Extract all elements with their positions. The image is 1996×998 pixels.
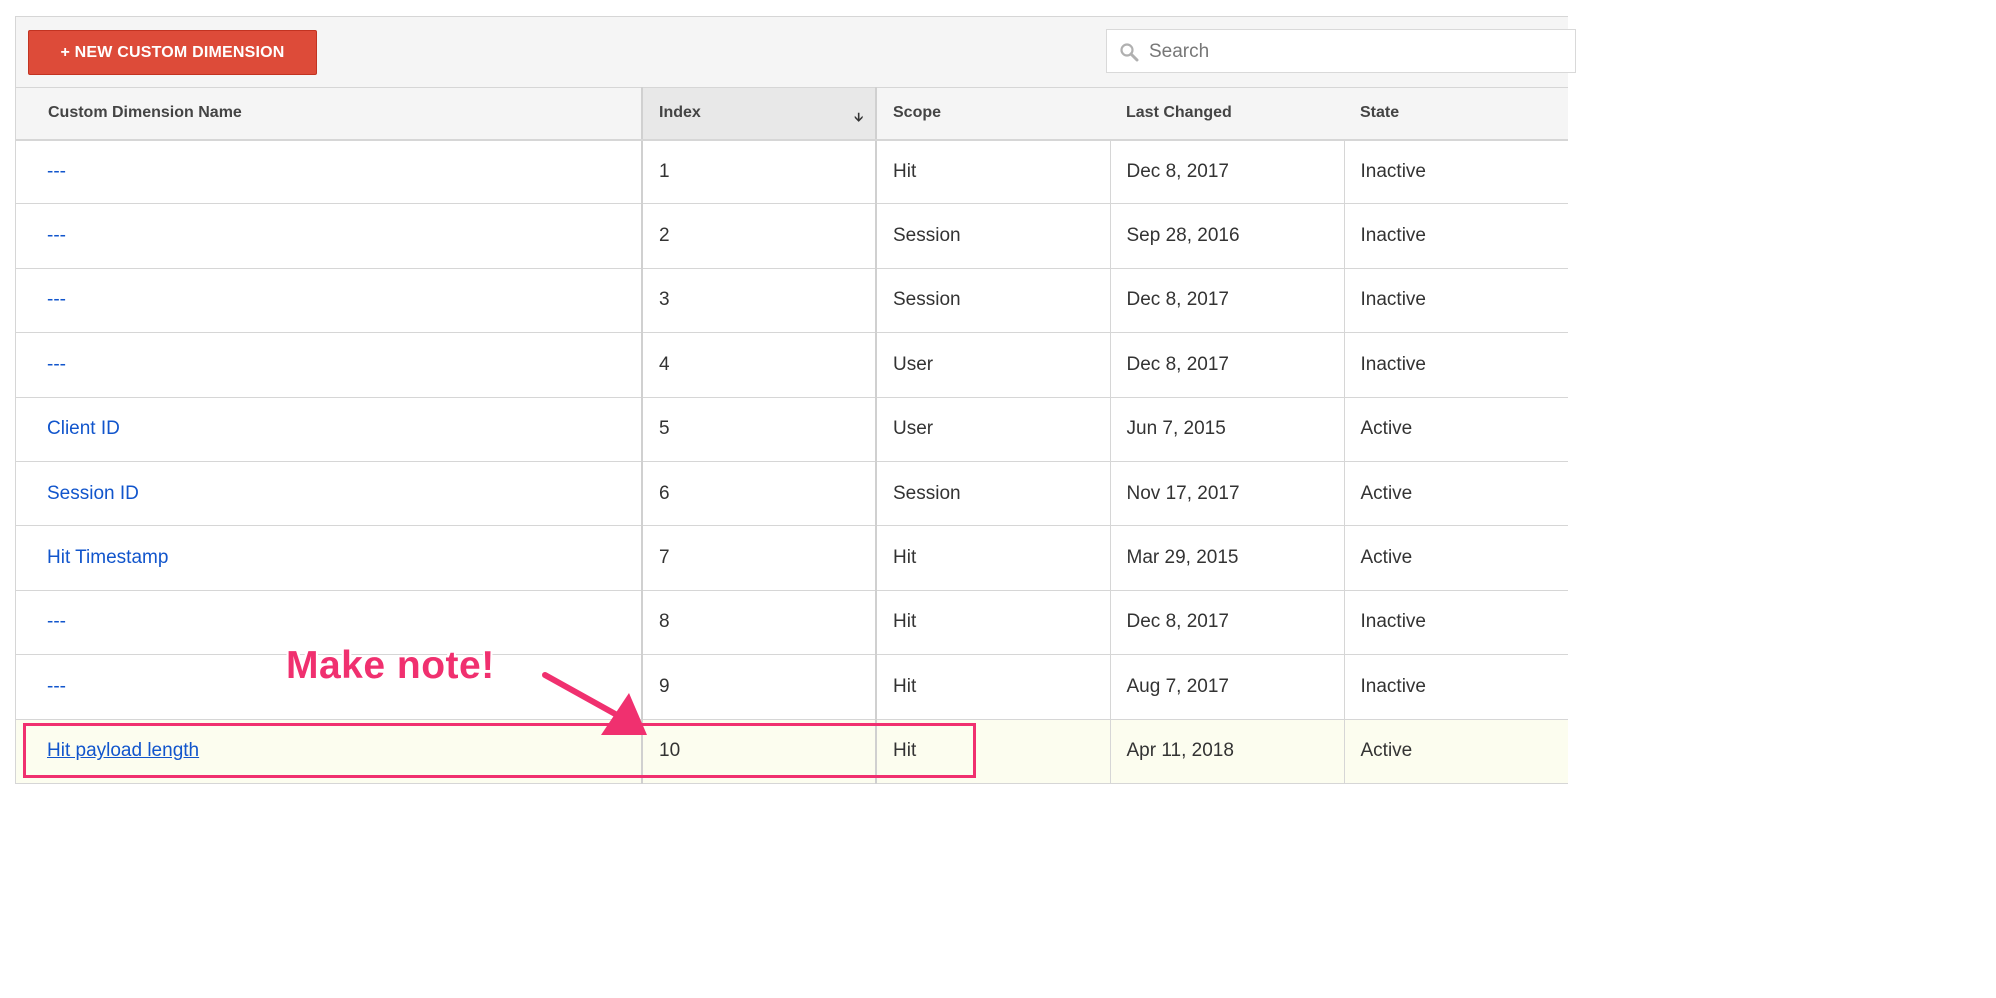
scope-cell: Hit [875, 139, 1110, 205]
name-cell: Hit Timestamp [16, 525, 642, 591]
last-changed-cell: Dec 8, 2017 [1109, 590, 1344, 656]
index-cell: 5 [641, 397, 877, 462]
scope-cell: Hit [875, 654, 1110, 720]
index-cell: 2 [641, 203, 877, 269]
header-last-changed[interactable]: Last Changed [1110, 87, 1344, 141]
index-cell: 8 [641, 590, 877, 656]
toolbar: + NEW CUSTOM DIMENSION [16, 17, 1576, 87]
header-custom-dimension-name[interactable]: Custom Dimension Name [16, 87, 642, 141]
state-cell: Inactive [1343, 654, 1568, 720]
table-row-highlighted: Hit payload length 10 Hit Apr 11, 2018 A… [16, 719, 1568, 784]
state-cell: Inactive [1343, 268, 1568, 334]
dimension-name-link[interactable]: Session ID [47, 483, 139, 504]
table-row: --- 3 Session Dec 8, 2017 Inactive [16, 268, 1568, 334]
last-changed-cell: Mar 29, 2015 [1109, 525, 1344, 591]
dimension-name-link[interactable]: Hit payload length [47, 740, 199, 761]
dimension-name-link[interactable]: --- [47, 354, 66, 375]
last-changed-cell: Dec 8, 2017 [1109, 268, 1344, 334]
scope-cell: Session [875, 268, 1110, 334]
scope-cell: Hit [875, 590, 1110, 656]
state-cell: Inactive [1343, 590, 1568, 656]
table-row: Hit Timestamp 7 Hit Mar 29, 2015 Active [16, 525, 1568, 591]
index-cell: 1 [641, 139, 877, 205]
scope-cell: User [875, 332, 1110, 398]
search-input[interactable] [1147, 30, 1571, 74]
annotation-note: Make note! [286, 644, 495, 687]
sort-descending-icon: 🡫 [854, 110, 863, 124]
table-row: --- 9 Hit Aug 7, 2017 Inactive [16, 654, 1568, 720]
last-changed-cell: Nov 17, 2017 [1109, 461, 1344, 527]
last-changed-cell: Jun 7, 2015 [1109, 397, 1344, 462]
last-changed-cell: Sep 28, 2016 [1109, 203, 1344, 269]
state-cell: Inactive [1343, 332, 1568, 398]
scope-cell: User [875, 397, 1110, 462]
dimension-name-link[interactable]: Client ID [47, 418, 120, 439]
state-cell: Active [1343, 461, 1568, 527]
table-row: Session ID 6 Session Nov 17, 2017 Active [16, 461, 1568, 527]
state-cell: Active [1343, 397, 1568, 462]
table-row: --- 2 Session Sep 28, 2016 Inactive [16, 203, 1568, 269]
scope-cell: Hit [875, 719, 1110, 784]
header-state[interactable]: State [1344, 87, 1568, 141]
index-cell: 4 [641, 332, 877, 398]
header-index-label: Index [659, 104, 701, 122]
dimension-name-link[interactable]: --- [47, 161, 66, 182]
table-row: --- 4 User Dec 8, 2017 Inactive [16, 332, 1568, 398]
annotation-arrow-icon [542, 672, 647, 735]
scope-cell: Session [875, 203, 1110, 269]
new-custom-dimension-button[interactable]: + NEW CUSTOM DIMENSION [28, 30, 317, 75]
search-icon [1120, 43, 1139, 62]
dimension-name-link[interactable]: Hit Timestamp [47, 547, 168, 568]
index-cell: 7 [641, 525, 877, 591]
table-row: --- 8 Hit Dec 8, 2017 Inactive [16, 590, 1568, 656]
table-row: Client ID 5 User Jun 7, 2015 Active [16, 397, 1568, 462]
last-changed-cell: Dec 8, 2017 [1109, 139, 1344, 205]
last-changed-cell: Aug 7, 2017 [1109, 654, 1344, 720]
last-changed-cell: Dec 8, 2017 [1109, 332, 1344, 398]
search-box[interactable] [1106, 29, 1576, 74]
index-cell: 3 [641, 268, 877, 334]
table-row: --- 1 Hit Dec 8, 2017 Inactive [16, 139, 1568, 205]
name-cell: --- [16, 139, 642, 205]
index-cell: 10 [641, 719, 877, 784]
state-cell: Active [1343, 719, 1568, 784]
state-cell: Inactive [1343, 203, 1568, 269]
dimension-name-link[interactable]: --- [47, 289, 66, 310]
dimension-name-link[interactable]: --- [47, 225, 66, 246]
name-cell: Session ID [16, 461, 642, 527]
index-cell: 9 [641, 654, 877, 720]
header-scope[interactable]: Scope [876, 87, 1110, 141]
header-index[interactable]: Index 🡫 [641, 87, 877, 141]
dimension-name-link[interactable]: --- [47, 611, 66, 632]
name-cell: Client ID [16, 397, 642, 462]
index-cell: 6 [641, 461, 877, 527]
dimension-name-link[interactable]: --- [47, 676, 66, 697]
name-cell: --- [16, 332, 642, 398]
state-cell: Inactive [1343, 139, 1568, 205]
name-cell: --- [16, 203, 642, 269]
table-header-row: Custom Dimension Name Index 🡫 Scope Last… [16, 87, 1568, 141]
state-cell: Active [1343, 525, 1568, 591]
last-changed-cell: Apr 11, 2018 [1109, 719, 1344, 784]
custom-dimensions-table: Custom Dimension Name Index 🡫 Scope Last… [16, 87, 1568, 784]
name-cell: --- [16, 268, 642, 334]
scope-cell: Session [875, 461, 1110, 527]
scope-cell: Hit [875, 525, 1110, 591]
